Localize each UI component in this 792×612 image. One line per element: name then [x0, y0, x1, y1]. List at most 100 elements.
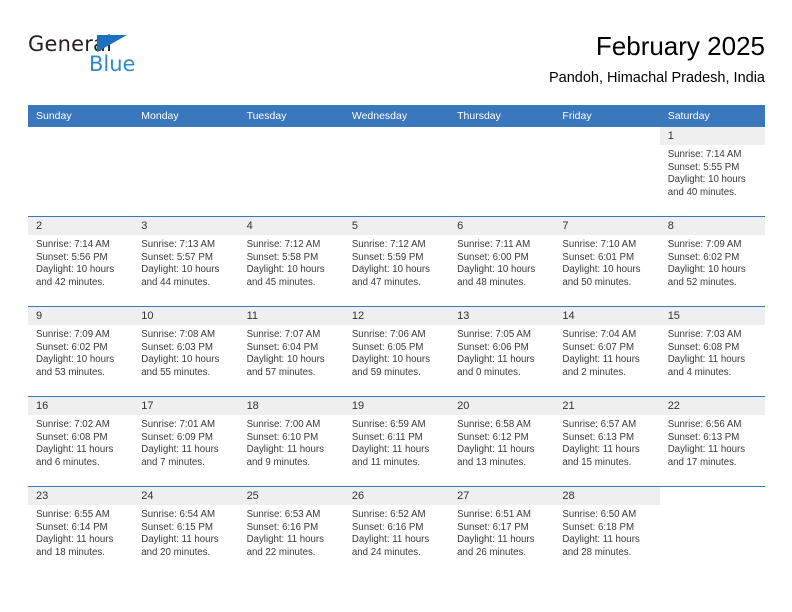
day-details: Sunrise: 6:59 AM Sunset: 6:11 PM Daylight:… [344, 415, 449, 469]
day-number: 5 [343, 217, 450, 235]
sunrise-text: Sunrise: 6:53 AM [246, 509, 321, 520]
day-details: Sunrise: 6:58 AM Sunset: 6:12 PM Daylight:… [449, 415, 554, 469]
calendar-day-cell[interactable] [133, 127, 239, 217]
day-details: Sunrise: 7:05 AM Sunset: 6:06 PM Daylight:… [449, 325, 554, 379]
calendar-day-cell[interactable]: 3 Sunrise: 7:13 AM Sunset: 5:57 PM Daylight… [133, 216, 239, 307]
sunrise-text: Sunrise: 6:59 AM [351, 419, 426, 430]
calendar-day-cell[interactable]: 20 Sunrise: 6:58 AM Sunset: 6:12 PM Dayligh… [449, 396, 555, 487]
calendar-day-cell[interactable]: 26 Sunrise: 6:52 AM Sunset: 6:16 PM Dayligh… [343, 486, 450, 576]
calendar-day-cell[interactable]: 14 Sunrise: 7:04 AM Sunset: 6:07 PM Dayligh… [554, 306, 660, 397]
calendar-day-cell[interactable]: 11 Sunrise: 7:07 AM Sunset: 6:04 PM Dayligh… [238, 306, 344, 397]
calendar-day-cell[interactable]: 18 Sunrise: 7:00 AM Sunset: 6:10 PM Dayligh… [238, 396, 344, 487]
daylight-text: Daylight: 10 hours and 55 minutes. [141, 354, 220, 378]
daylight-text: Daylight: 11 hours and 11 minutes. [351, 444, 430, 468]
day-cell-content: 11 Sunrise: 7:07 AM Sunset: 6:04 PM Dayligh… [238, 307, 344, 396]
calendar-day-cell[interactable]: 16 Sunrise: 7:02 AM Sunset: 6:08 PM Dayligh… [28, 396, 134, 487]
sunset-text: Sunset: 6:13 PM [562, 431, 635, 443]
day-cell-content: 3 Sunrise: 7:13 AM Sunset: 5:57 PM Daylight… [133, 217, 239, 306]
day-cell-content: 15 Sunrise: 7:03 AM Sunset: 6:08 PM Dayligh… [659, 307, 765, 396]
calendar-day-cell[interactable]: 2 Sunrise: 7:14 AM Sunset: 5:56 PM Daylight… [28, 216, 134, 307]
calendar-day-cell[interactable] [343, 127, 450, 217]
sunrise-text: Sunrise: 6:54 AM [141, 509, 216, 520]
sunrise-text: Sunrise: 7:05 AM [457, 329, 531, 340]
day-cell-content: 7 Sunrise: 7:10 AM Sunset: 6:01 PM Daylight… [554, 217, 660, 306]
title-block: February 2025 Pandoh, Himachal Pradesh, … [549, 30, 765, 88]
page-subtitle: Pandoh, Himachal Pradesh, India [548, 70, 765, 86]
weekday-saturday: Saturday [659, 105, 765, 127]
day-details: Sunrise: 7:12 AM Sunset: 5:58 PM Daylight:… [239, 235, 344, 289]
sunset-text: Sunset: 6:18 PM [562, 521, 635, 533]
sunrise-text: Sunrise: 6:52 AM [351, 509, 426, 520]
day-number [28, 127, 134, 145]
calendar-day-cell[interactable]: 25 Sunrise: 6:53 AM Sunset: 6:16 PM Dayligh… [238, 486, 344, 576]
day-number: 18 [238, 397, 344, 415]
sunset-text: Sunset: 6:08 PM [667, 341, 740, 353]
day-number: 23 [28, 487, 134, 505]
calendar-day-cell[interactable]: 17 Sunrise: 7:01 AM Sunset: 6:09 PM Dayligh… [133, 396, 239, 487]
sunset-text: Sunset: 6:15 PM [141, 521, 213, 533]
sunrise-text: Sunrise: 7:08 AM [141, 329, 216, 340]
day-number: 27 [449, 487, 555, 505]
calendar-day-cell[interactable] [28, 127, 134, 217]
general-blue-logo[interactable]: General Blue [28, 32, 248, 84]
day-cell-content: 21 Sunrise: 6:57 AM Sunset: 6:13 PM Dayligh… [554, 397, 660, 486]
day-cell-content [449, 127, 555, 216]
calendar-day-cell[interactable]: 10 Sunrise: 7:08 AM Sunset: 6:03 PM Dayligh… [133, 306, 239, 397]
day-number: 2 [28, 217, 134, 235]
calendar-day-cell[interactable]: 7 Sunrise: 7:10 AM Sunset: 6:01 PM Daylight… [554, 216, 660, 307]
sunrise-text: Sunrise: 7:09 AM [667, 239, 742, 250]
daylight-text: Daylight: 11 hours and 13 minutes. [457, 444, 535, 468]
calendar-day-cell[interactable]: 4 Sunrise: 7:12 AM Sunset: 5:58 PM Daylight… [238, 216, 344, 307]
daylight-text: Daylight: 11 hours and 24 minutes. [351, 534, 430, 558]
calendar-day-cell[interactable]: 28 Sunrise: 6:50 AM Sunset: 6:18 PM Dayligh… [554, 486, 660, 576]
sunset-text: Sunset: 6:04 PM [246, 341, 319, 353]
day-details: Sunrise: 7:04 AM Sunset: 6:07 PM Daylight:… [554, 325, 659, 379]
calendar-day-cell[interactable]: 23 Sunrise: 6:55 AM Sunset: 6:14 PM Dayligh… [28, 486, 134, 576]
calendar-day-cell[interactable]: 13 Sunrise: 7:05 AM Sunset: 6:06 PM Dayligh… [449, 306, 555, 397]
day-cell-content: 13 Sunrise: 7:05 AM Sunset: 6:06 PM Dayligh… [449, 307, 555, 396]
calendar-page: General Blue February 2025 Pandoh, Himac… [0, 0, 792, 612]
calendar-day-cell[interactable]: 24 Sunrise: 6:54 AM Sunset: 6:15 PM Dayligh… [133, 486, 239, 576]
day-cell-content: 22 Sunrise: 6:56 AM Sunset: 6:13 PM Dayligh… [659, 397, 765, 486]
calendar-day-cell[interactable]: 27 Sunrise: 6:51 AM Sunset: 6:17 PM Dayligh… [449, 486, 555, 576]
calendar-grid: Sunday Monday Tuesday Wednesday Thursday… [28, 105, 765, 576]
calendar-day-cell[interactable]: 1 Sunrise: 7:14 AM Sunset: 5:55 PM Daylight… [659, 127, 765, 217]
sunrise-text: Sunrise: 7:14 AM [667, 149, 742, 160]
sunrise-text: Sunrise: 7:07 AM [246, 329, 321, 340]
calendar-day-cell[interactable] [659, 486, 765, 576]
sunset-text: Sunset: 6:17 PM [457, 521, 529, 533]
day-details: Sunrise: 7:03 AM Sunset: 6:08 PM Daylight:… [660, 325, 765, 379]
page-title: February 2025 [595, 31, 765, 61]
calendar-day-cell[interactable] [238, 127, 344, 217]
day-details: Sunrise: 7:10 AM Sunset: 6:01 PM Daylight:… [554, 235, 659, 289]
calendar-day-cell[interactable] [449, 127, 555, 217]
sunrise-text: Sunrise: 7:14 AM [36, 239, 110, 250]
page-header: General Blue February 2025 Pandoh, Himac… [28, 30, 765, 98]
day-details: Sunrise: 7:11 AM Sunset: 6:00 PM Daylight:… [449, 235, 554, 289]
calendar-day-cell[interactable] [554, 127, 660, 217]
daylight-text: Daylight: 10 hours and 57 minutes. [246, 354, 325, 378]
sunset-text: Sunset: 5:59 PM [351, 251, 424, 263]
calendar-day-cell[interactable]: 19 Sunrise: 6:59 AM Sunset: 6:11 PM Dayligh… [343, 396, 450, 487]
calendar-day-cell[interactable]: 22 Sunrise: 6:56 AM Sunset: 6:13 PM Dayligh… [659, 396, 765, 487]
day-details: Sunrise: 6:51 AM Sunset: 6:17 PM Daylight:… [449, 505, 554, 559]
calendar-day-cell[interactable]: 12 Sunrise: 7:06 AM Sunset: 6:05 PM Dayligh… [343, 306, 450, 397]
calendar-day-cell[interactable]: 6 Sunrise: 7:11 AM Sunset: 6:00 PM Daylight… [449, 216, 555, 307]
day-details: Sunrise: 6:56 AM Sunset: 6:13 PM Daylight:… [660, 415, 765, 469]
sunset-text: Sunset: 6:02 PM [667, 251, 740, 263]
day-cell-content [554, 127, 660, 216]
day-number: 21 [554, 397, 660, 415]
sunrise-text: Sunrise: 7:10 AM [562, 239, 637, 250]
calendar-day-cell[interactable]: 5 Sunrise: 7:12 AM Sunset: 5:59 PM Daylight… [343, 216, 450, 307]
calendar-day-cell[interactable]: 15 Sunrise: 7:03 AM Sunset: 6:08 PM Dayligh… [659, 306, 765, 397]
day-cell-content: 20 Sunrise: 6:58 AM Sunset: 6:12 PM Dayligh… [449, 397, 555, 486]
weekday-wednesday: Wednesday [343, 105, 450, 127]
calendar-day-cell[interactable]: 8 Sunrise: 7:09 AM Sunset: 6:02 PM Daylight… [659, 216, 765, 307]
calendar-day-cell[interactable]: 9 Sunrise: 7:09 AM Sunset: 6:02 PM Daylight… [28, 306, 134, 397]
day-details: Sunrise: 7:09 AM Sunset: 6:02 PM Daylight:… [660, 235, 765, 289]
calendar-day-cell[interactable]: 21 Sunrise: 6:57 AM Sunset: 6:13 PM Dayligh… [554, 396, 660, 487]
day-cell-content: 5 Sunrise: 7:12 AM Sunset: 5:59 PM Daylight… [343, 217, 450, 306]
day-cell-content: 4 Sunrise: 7:12 AM Sunset: 5:58 PM Daylight… [238, 217, 344, 306]
daylight-text: Daylight: 11 hours and 20 minutes. [141, 534, 219, 558]
sunset-text: Sunset: 6:10 PM [246, 431, 319, 443]
